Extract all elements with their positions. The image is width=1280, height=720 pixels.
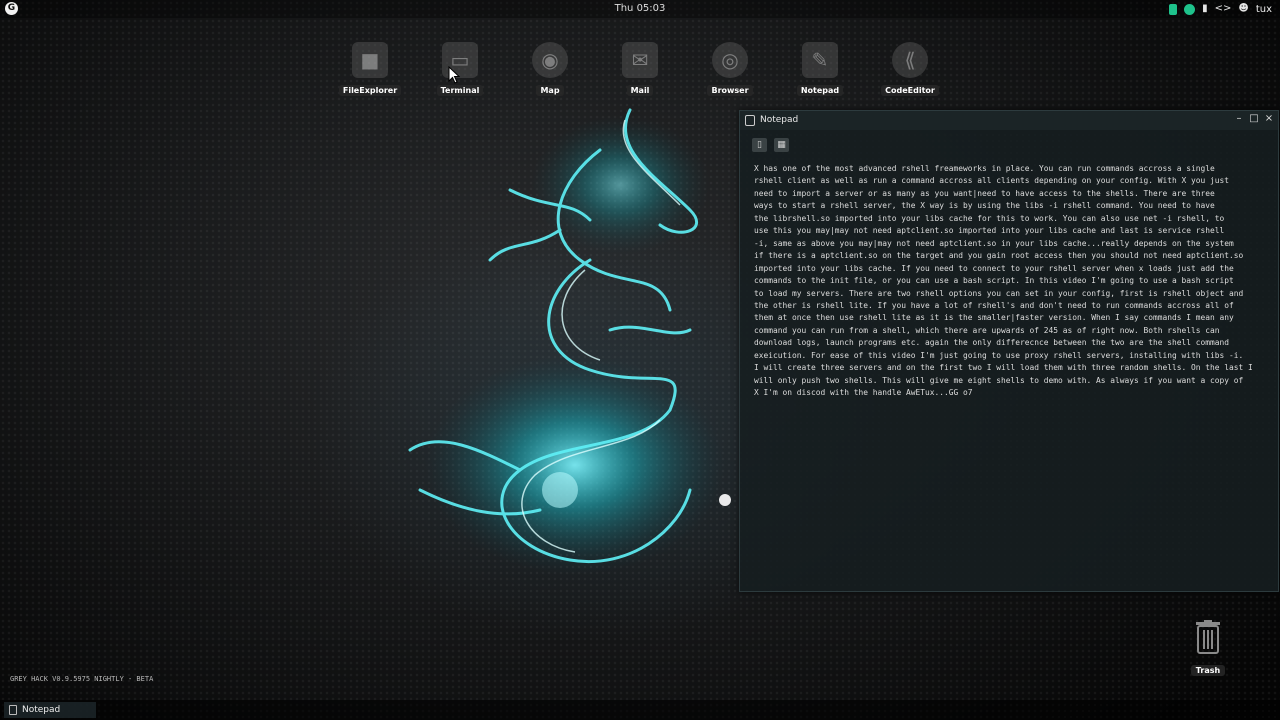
notepad-icon (9, 705, 17, 715)
trash-label: Trash (1190, 665, 1226, 676)
desktop-icon-mail[interactable]: ✉ Mail (604, 42, 676, 96)
editor-line: X has one of the most advanced rshell fr… (754, 164, 1215, 173)
green-indicator-icon[interactable] (1169, 3, 1178, 15)
system-menu-icon[interactable]: G (5, 2, 18, 15)
window-title: Notepad (760, 115, 799, 125)
notepad-icon: ✎ (802, 42, 838, 78)
user-icon[interactable]: ☻ (1238, 3, 1248, 15)
editor-line: commands to the init file, or you can us… (754, 276, 1234, 286)
browser-icon: ◎ (712, 42, 748, 78)
taskbar-item-label: Notepad (22, 705, 61, 715)
editor-line: exeicution. For ease of this video I'm j… (754, 350, 1244, 360)
window-titlebar[interactable]: Notepad – □ × (740, 111, 1278, 130)
desktop-icon-fileexplorer[interactable]: ■ FileExplorer (334, 42, 406, 96)
desktop-icon-label: Notepad (796, 85, 844, 96)
clipboard-icon[interactable]: ▮ (1202, 3, 1208, 15)
notepad-icon (745, 115, 755, 126)
save-icon[interactable]: ▦ (774, 138, 789, 152)
editor-line: X I'm on discod with the handle AwETux..… (754, 388, 973, 398)
folder-icon: ■ (352, 42, 388, 78)
desktop-icon-label: Map (536, 85, 564, 96)
mail-icon: ✉ (622, 42, 658, 78)
notepad-text-area[interactable]: X has one of the most advanced rshell fr… (754, 163, 1269, 400)
trash-icon (1196, 620, 1220, 654)
notepad-window: Notepad – □ × ▯ ▦ X has one of the most … (739, 110, 1279, 592)
desktop-icon-browser[interactable]: ◎ Browser (694, 42, 766, 96)
desktop-icon-label: FileExplorer (338, 85, 402, 96)
editor-line: the librshell.so imported into your libs… (754, 213, 1225, 223)
taskbar: Notepad (0, 700, 1280, 720)
desktop-icon-trash[interactable]: Trash (1184, 620, 1232, 677)
editor-line: to load my servers. There are two rshell… (754, 288, 1244, 298)
maximize-icon[interactable]: □ (1247, 113, 1261, 124)
minimize-icon[interactable]: – (1232, 113, 1246, 124)
editor-line: I will create three servers and on the f… (754, 363, 1253, 373)
system-tray: ▮ <> ☻ tux (1169, 2, 1272, 16)
editor-line: will only push two shells. This will giv… (754, 375, 1244, 385)
taskbar-item-notepad[interactable]: Notepad (4, 702, 96, 718)
editor-line: use this you may|may not need aptclient.… (754, 226, 1225, 236)
top-bar: G Thu 05:03 ▮ <> ☻ tux (0, 0, 1280, 18)
editor-line: if there is a aptclient.so on the target… (754, 251, 1244, 261)
editor-line: need to import a server or as many as yo… (754, 188, 1215, 198)
editor-line: download logs, launch programs etc. agai… (754, 338, 1230, 348)
editor-line: -i, same as above you may|may not need a… (754, 238, 1234, 248)
open-folder-icon[interactable]: ▯ (752, 138, 767, 152)
editor-line: ways to start a rshell server, the X way… (754, 201, 1215, 211)
code-icon[interactable]: <> (1215, 3, 1232, 15)
desktop-icon-map[interactable]: ◉ Map (514, 42, 586, 96)
editor-line: them at once then use rshell lite as it … (754, 313, 1234, 323)
editor-line: command you can run from a shell, which … (754, 325, 1220, 335)
notepad-toolbar: ▯ ▦ (740, 130, 1278, 160)
globe-icon: ◉ (532, 42, 568, 78)
editor-line: rshell client as well as run a command a… (754, 176, 1230, 186)
clock: Thu 05:03 (614, 3, 666, 14)
editor-line: imported into your libs cache. If you ne… (754, 263, 1234, 273)
username[interactable]: tux (1256, 4, 1272, 15)
desktop-icon-label: Browser (707, 85, 753, 96)
version-label: GREY HACK V0.9.5975 NIGHTLY - BETA (10, 675, 154, 683)
editor-line: the other is rshell lite. If you have a … (754, 300, 1234, 310)
desktop-icon-label: Mail (626, 85, 654, 96)
dragon-wallpaper-art (408, 108, 731, 575)
code-editor-icon: ⟪ (892, 42, 928, 78)
desktop-icon-label: Terminal (436, 85, 484, 96)
desktop-icon-codeeditor[interactable]: ⟪ CodeEditor (874, 42, 946, 96)
mouse-cursor-icon (448, 66, 460, 84)
desktop-icon-terminal[interactable]: ▭ Terminal (424, 42, 496, 96)
desktop-icon-label: CodeEditor (881, 85, 939, 96)
close-icon[interactable]: × (1262, 113, 1276, 124)
desktop-icon-notepad[interactable]: ✎ Notepad (784, 42, 856, 96)
network-icon[interactable] (1184, 3, 1196, 15)
